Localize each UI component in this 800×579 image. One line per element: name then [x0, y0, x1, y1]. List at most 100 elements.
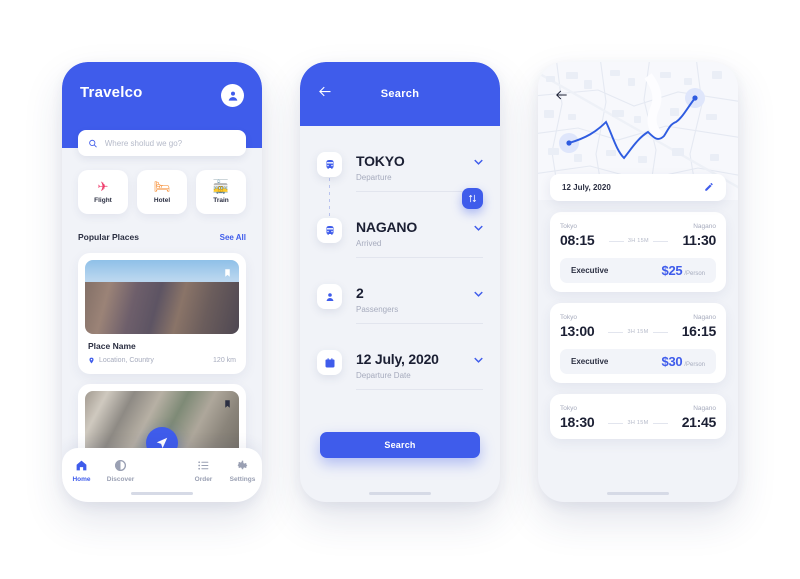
- trip-price: $30 /Person: [662, 354, 705, 369]
- chevron-down-icon[interactable]: [474, 218, 483, 236]
- search-input[interactable]: [104, 138, 236, 148]
- trip-class: Executive: [571, 266, 609, 275]
- search-submit-button[interactable]: Search: [320, 432, 480, 458]
- screenshot-canvas: Travelco ✈ Flight 🛏 Hotel: [0, 0, 800, 579]
- duration-line: [608, 331, 624, 333]
- back-arrow-icon[interactable]: [555, 88, 569, 106]
- trip-card[interactable]: Tokyo 18:30 3H 15M Nagano 21:45: [550, 394, 726, 439]
- trip-times: Tokyo 18:30 3H 15M Nagano 21:45: [560, 405, 716, 430]
- field-body: TOKYO Departure: [356, 152, 483, 192]
- field-departure-city[interactable]: TOKYO Departure: [317, 152, 483, 192]
- trip-duration: 3H 15M: [594, 420, 681, 430]
- tab-settings[interactable]: Settings: [223, 459, 262, 483]
- calendar-icon: [317, 350, 342, 375]
- field-value: NAGANO: [356, 219, 418, 235]
- category-label: Train: [213, 197, 229, 204]
- search-bar[interactable]: [78, 130, 246, 156]
- trip-fare-row[interactable]: Executive $30 /Person: [560, 349, 716, 374]
- place-photo: [85, 260, 239, 334]
- trip-arrive-time: 11:30: [682, 232, 716, 248]
- see-all-link[interactable]: See All: [220, 233, 246, 242]
- duration-line: [652, 331, 668, 333]
- trip-card[interactable]: Tokyo 13:00 3H 15M Nagano 16:15 Executiv…: [550, 303, 726, 383]
- list-icon: [198, 461, 209, 470]
- category-train[interactable]: 🚋 Train: [196, 170, 246, 214]
- chevron-down-icon[interactable]: [474, 152, 483, 170]
- field-sublabel: Passengers: [356, 305, 399, 314]
- app-brand-title: Travelco: [80, 84, 143, 101]
- mountain-silhouette: [85, 278, 239, 334]
- trip-depart-time: 13:00: [560, 323, 595, 339]
- bed-icon: 🛏: [153, 179, 171, 194]
- trip-arrive-time: 16:15: [681, 323, 717, 339]
- duration-value: 3H 15M: [627, 420, 649, 426]
- bookmark-icon[interactable]: [223, 266, 232, 278]
- train-icon: [317, 218, 342, 243]
- duration-value: 3H 15M: [627, 238, 649, 244]
- field-body: NAGANO Arrived: [356, 218, 483, 258]
- train-icon: [317, 152, 342, 177]
- tab-order[interactable]: Order: [184, 459, 223, 483]
- tab-discover[interactable]: Discover: [101, 459, 140, 483]
- home-icon: [76, 460, 87, 471]
- phone-results-screen: 12 July, 2020 Tokyo 08:15 3H 15M Nagano …: [538, 62, 738, 502]
- price-unit: /Person: [684, 362, 705, 368]
- trip-from-city: Tokyo: [560, 223, 577, 230]
- airplane-icon: ✈: [97, 179, 109, 194]
- trip-from-city: Tokyo: [560, 405, 577, 412]
- search-form: TOKYO Departure NAGANO Arrived 2 Passeng…: [300, 126, 500, 390]
- home-indicator: [131, 492, 193, 495]
- category-label: Flight: [94, 197, 112, 204]
- page-title: Search: [380, 88, 420, 100]
- chevron-down-icon[interactable]: [474, 350, 483, 368]
- bookmark-icon[interactable]: [223, 397, 232, 409]
- trip-fare-row[interactable]: Executive $25 /Person: [560, 258, 716, 283]
- trip-price: $25 /Person: [662, 263, 705, 278]
- tab-label: Settings: [229, 476, 256, 483]
- duration-value: 3H 15M: [627, 329, 649, 335]
- tab-label: Home: [72, 476, 91, 483]
- place-card[interactable]: Place Name Location, Country 120 km: [78, 253, 246, 374]
- trip-card[interactable]: Tokyo 08:15 3H 15M Nagano 11:30 Executiv…: [550, 212, 726, 292]
- field-body: 2 Passengers: [356, 284, 483, 324]
- pencil-icon[interactable]: [704, 179, 714, 197]
- field-passengers[interactable]: 2 Passengers: [317, 284, 483, 324]
- trip-depart-time: 18:30: [560, 414, 595, 430]
- route-end-marker: [692, 95, 698, 101]
- tab-home[interactable]: Home: [62, 459, 101, 483]
- user-circle-icon[interactable]: [221, 84, 244, 107]
- trip-from-city: Tokyo: [560, 314, 577, 321]
- trip-arrive-time: 21:45: [681, 414, 717, 430]
- trip-duration: 3H 15M: [594, 238, 682, 248]
- field-departure-date[interactable]: 12 July, 2020 Departure Date: [317, 350, 483, 390]
- trip-to-city: Nagano: [693, 223, 716, 230]
- place-info: Place Name Location, Country 120 km: [85, 334, 239, 374]
- place-location-label: Location, Country: [99, 357, 154, 364]
- category-flight[interactable]: ✈ Flight: [78, 170, 128, 214]
- field-arrival-city[interactable]: NAGANO Arrived: [317, 218, 483, 258]
- trip-times: Tokyo 08:15 3H 15M Nagano 11:30: [560, 223, 716, 248]
- selected-date: 12 July, 2020: [562, 183, 611, 192]
- date-bar[interactable]: 12 July, 2020: [550, 174, 726, 201]
- duration-line: [652, 422, 668, 424]
- category-hotel[interactable]: 🛏 Hotel: [137, 170, 187, 214]
- place-location: Location, Country: [88, 356, 154, 365]
- field-sublabel: Arrived: [356, 239, 382, 248]
- tab-label: Order: [194, 476, 213, 483]
- gear-icon: [237, 460, 248, 470]
- field-value: 2: [356, 285, 364, 301]
- swap-cities-button[interactable]: [462, 188, 483, 209]
- chevron-down-icon[interactable]: [474, 284, 483, 302]
- home-indicator: [607, 492, 669, 495]
- location-pin-icon: [89, 357, 94, 364]
- field-value: TOKYO: [356, 153, 405, 169]
- popular-places-header: Popular Places See All: [78, 232, 246, 242]
- trip-duration: 3H 15M: [594, 329, 681, 339]
- field-sublabel: Departure Date: [356, 371, 411, 380]
- duration-line: [608, 422, 624, 424]
- duration-line: [608, 240, 624, 242]
- phone-home-screen: Travelco ✈ Flight 🛏 Hotel: [62, 62, 262, 502]
- search-icon: [89, 139, 97, 147]
- train-icon: 🚋: [212, 179, 230, 194]
- trip-depart-time: 08:15: [560, 232, 595, 248]
